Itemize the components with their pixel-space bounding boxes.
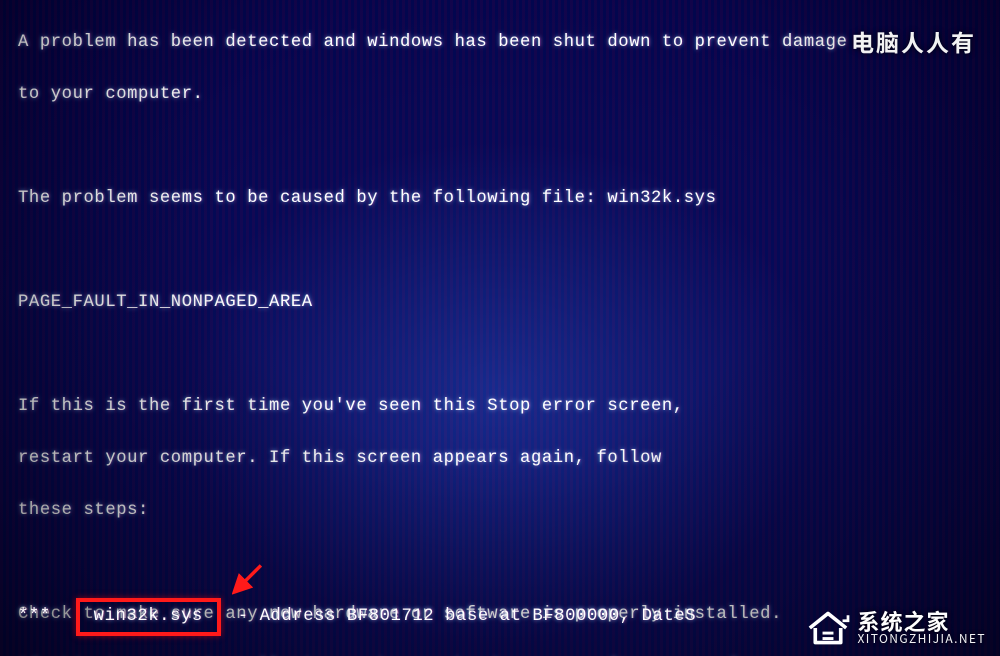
watermark-top-right: 电脑人人有 (851, 24, 976, 58)
bsod-address-rest: - Address BF801712 base at BF800000, Dat… (238, 607, 696, 626)
bsod-line: to your computer. (18, 82, 982, 108)
bsod-line: If this is the first time you've seen th… (18, 394, 982, 420)
watermark-bottom-right: 系统之家 XITONGZHIJIA.NET (806, 608, 987, 648)
bsod-line: restart your computer. If this screen ap… (18, 446, 982, 472)
bsod-cause-line: The problem seems to be caused by the fo… (18, 186, 982, 212)
bsod-error-code: PAGE_FAULT_IN_NONPAGED_AREA (18, 290, 982, 316)
bsod-address-line: *** win32k.sys - Address BF801712 base a… (18, 598, 696, 636)
bsod-stars: *** (18, 607, 51, 626)
bsod-line: these steps: (18, 498, 982, 524)
watermark-url: XITONGZHIJIA.NET (858, 633, 987, 646)
bsod-text-region: A problem has been detected and windows … (0, 0, 1000, 656)
house-logo-icon (806, 608, 850, 648)
highlight-box-filename: win32k.sys (76, 598, 221, 636)
bsod-line: A problem has been detected and windows … (18, 30, 982, 56)
